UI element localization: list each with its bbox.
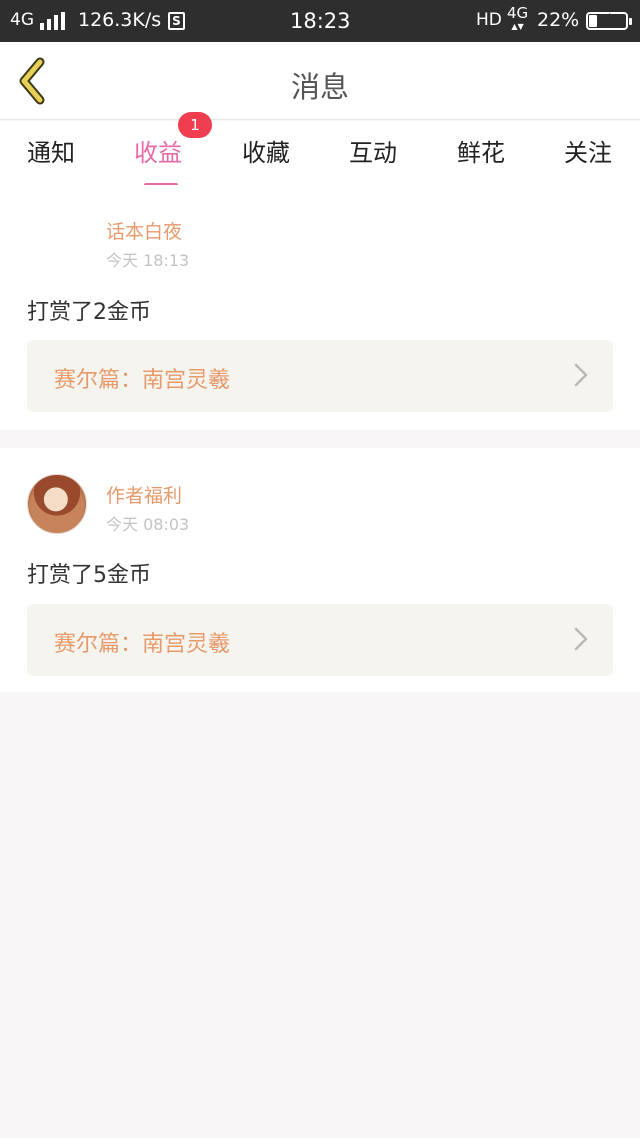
tab-favorites[interactable]: 收藏 [226, 133, 306, 168]
network-type-secondary: 4G ▲▼ [507, 6, 528, 34]
battery-fill [589, 15, 597, 27]
status-time: 18:23 [290, 9, 351, 33]
battery-percentage: 22% [537, 9, 580, 31]
message-time: 今天 18:13 [106, 251, 190, 270]
tab-earnings[interactable]: 收益 [118, 133, 198, 187]
work-link[interactable]: 赛尔篇：南宫灵羲 [27, 340, 613, 412]
work-link-label: 赛尔篇：南宫灵羲 [54, 368, 231, 393]
tab-flowers[interactable]: 鲜花 [441, 133, 521, 168]
hd-indicator: HD [476, 10, 502, 30]
earnings-badge: 1 [178, 112, 212, 138]
tab-notifications[interactable]: 通知 [11, 133, 91, 168]
avatar[interactable] [27, 211, 87, 271]
message-card: 作者福利 今天 08:03 打赏了5金币 赛尔篇：南宫灵羲 [0, 448, 640, 692]
work-link-label: 赛尔篇：南宫灵羲 [54, 632, 231, 657]
data-arrows-icon: ▲▼ [511, 22, 524, 31]
chevron-right-icon [574, 363, 588, 387]
battery-icon: ⚡ [586, 11, 632, 30]
sender-name[interactable]: 话本白夜 [106, 217, 182, 244]
tab-bar: 通知 收益 收藏 互动 鲜花 关注 [0, 121, 640, 187]
sender-name[interactable]: 作者福利 [106, 481, 182, 508]
signal-icon [40, 12, 66, 30]
page-title: 消息 [290, 70, 349, 104]
work-link[interactable]: 赛尔篇：南宫灵羲 [27, 604, 613, 676]
chevron-right-icon [574, 627, 588, 651]
tab-interactions[interactable]: 互动 [333, 133, 413, 168]
message-text: 打赏了5金币 [27, 563, 151, 588]
tab-following[interactable]: 关注 [548, 133, 628, 168]
status-bar: 4G 126.3K/s S 18:23 HD 4G ▲▼ 22% ⚡ [0, 0, 640, 42]
message-card: 话本白夜 今天 18:13 打赏了2金币 赛尔篇：南宫灵羲 [0, 185, 640, 430]
network-speed: 126.3K/s [78, 9, 162, 31]
message-time: 今天 08:03 [106, 515, 190, 534]
charging-bolt-icon: ⚡ [602, 11, 612, 27]
avatar[interactable] [27, 474, 87, 534]
network-type: 4G [10, 10, 34, 30]
app-header: 消息 [0, 42, 640, 120]
s-app-icon: S [168, 12, 185, 30]
message-text: 打赏了2金币 [27, 300, 151, 325]
